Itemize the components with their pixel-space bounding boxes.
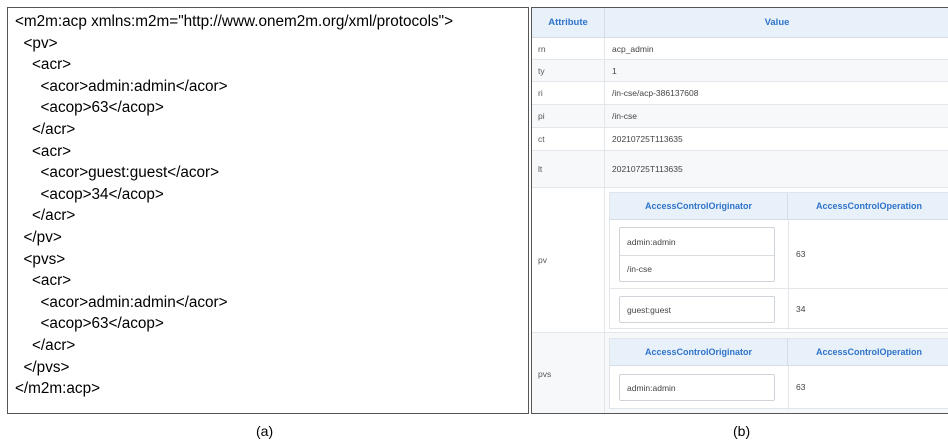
pvs-subtable: AccessControlOriginator AccessControlOpe… — [609, 338, 948, 410]
operation-column-header: AccessControlOperation — [788, 339, 948, 366]
caption-a: (a) — [256, 423, 274, 439]
acr-row: guest:guest 34 — [610, 289, 948, 330]
resource-table: Attribute Value rn acp_admin ty 1 ri /in… — [531, 7, 948, 414]
value-cell: 20210725T113635 — [612, 134, 683, 144]
attribute-cell: lt — [532, 151, 605, 187]
attribute-cell: ty — [532, 60, 605, 81]
acr-row: admin:admin 63 — [610, 366, 948, 410]
xml-line: <pv> — [15, 35, 58, 52]
attribute-cell: ct — [532, 128, 605, 150]
xml-line: <acor>admin:admin</acor> — [15, 294, 228, 311]
xml-line: <m2m:acp xmlns:m2m="http://www.onem2m.or… — [15, 13, 454, 30]
table-row: pi /in-cse — [532, 105, 948, 128]
xml-line: </pvs> — [15, 359, 70, 376]
originator-list: admin:admin /in-cse — [619, 227, 775, 282]
xml-line: <acop>34</acop> — [15, 186, 164, 203]
value-cell: /in-cse/acp-386137608 — [612, 88, 699, 98]
xml-line: </m2m:acp> — [15, 380, 101, 397]
xml-line: <acor>guest:guest</acor> — [15, 164, 220, 181]
xml-line: <acor>admin:admin</acor> — [15, 78, 228, 95]
xml-line: </pv> — [15, 229, 62, 246]
operation-column-header: AccessControlOperation — [788, 193, 948, 220]
xml-line: </acr> — [15, 337, 76, 354]
xml-line: <acop>63</acop> — [15, 315, 164, 332]
xml-line: </acr> — [15, 121, 76, 138]
originator-column-header: AccessControlOriginator — [610, 339, 788, 366]
xml-line: <acop>63</acop> — [15, 99, 164, 116]
originator-item: admin:admin — [627, 236, 676, 247]
originator-item: /in-cse — [620, 255, 774, 281]
xml-line: <acr> — [15, 56, 72, 73]
operation-value: 34 — [796, 304, 806, 314]
value-cell: /in-cse — [612, 111, 638, 121]
originator-list: admin:admin — [619, 374, 775, 401]
originator-item: admin:admin — [627, 382, 676, 393]
attribute-column-header: Attribute — [532, 8, 605, 38]
value-column-header: Value — [605, 8, 948, 38]
table-row: rn acp_admin — [532, 38, 948, 60]
xml-line: </acr> — [15, 207, 76, 224]
table-row-pvs: pvs AccessControlOriginator AccessContro… — [532, 333, 948, 413]
acr-row: admin:admin /in-cse 63 — [610, 220, 948, 289]
table-row: ct 20210725T113635 — [532, 128, 948, 151]
xml-line: <acr> — [15, 272, 72, 289]
table-row-pv: pv AccessControlOriginator AccessControl… — [532, 188, 948, 333]
attribute-cell: ri — [532, 82, 605, 104]
value-cell: 1 — [612, 65, 617, 76]
operation-value: 63 — [796, 249, 806, 259]
originator-column-header: AccessControlOriginator — [610, 193, 788, 220]
pv-subtable: AccessControlOriginator AccessControlOpe… — [609, 192, 948, 330]
attribute-cell: rn — [532, 38, 605, 59]
table-row: ty 1 — [532, 60, 948, 82]
originator-item: guest:guest — [627, 304, 671, 315]
xml-line: <acr> — [15, 143, 72, 160]
value-cell: acp_admin — [612, 43, 654, 54]
operation-value: 63 — [796, 382, 806, 392]
xml-line: <pvs> — [15, 251, 66, 268]
caption-b: (b) — [733, 423, 751, 439]
value-cell: 20210725T113635 — [612, 164, 683, 174]
originator-list: guest:guest — [619, 296, 775, 323]
xml-panel: <m2m:acp xmlns:m2m="http://www.onem2m.or… — [7, 7, 529, 414]
table-row: ri /in-cse/acp-386137608 — [532, 82, 948, 105]
attribute-cell: pi — [532, 105, 605, 127]
attribute-cell: pv — [532, 188, 605, 332]
attribute-cell: pvs — [532, 333, 605, 413]
table-row: lt 20210725T113635 — [532, 151, 948, 188]
